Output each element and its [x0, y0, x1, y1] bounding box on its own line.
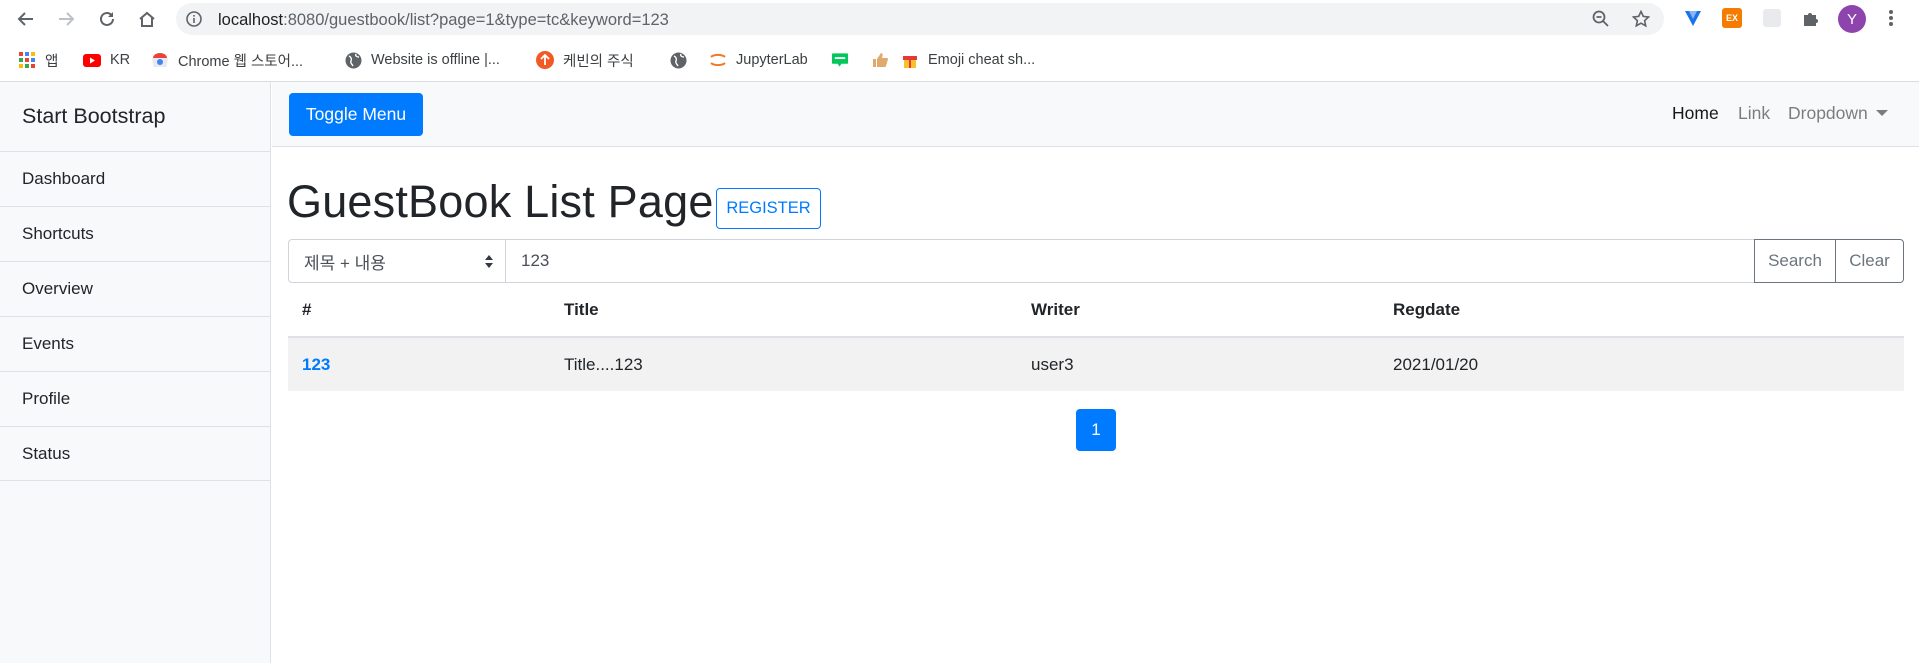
extension-ex-icon[interactable]: EX	[1721, 7, 1743, 29]
page-title: GuestBook List Page	[287, 176, 714, 227]
column-header-title: Title	[550, 284, 1017, 338]
bookmark-jupyterlab[interactable]: JupyterLab	[709, 49, 808, 71]
nav-link-link[interactable]: Link	[1738, 103, 1770, 124]
apps-grid-icon	[18, 51, 36, 69]
sidebar-item-shortcuts[interactable]: Shortcuts	[0, 206, 270, 261]
table-row: 123 Title....123 user3 2021/01/20	[288, 337, 1904, 391]
site-info-icon[interactable]	[186, 11, 202, 32]
search-button[interactable]: Search	[1754, 239, 1836, 283]
bookmark-thumbs-up[interactable]	[871, 49, 898, 71]
nav-dropdown[interactable]: Dropdown	[1788, 103, 1888, 124]
entry-link[interactable]: 123	[302, 355, 330, 374]
url-text[interactable]: localhost:8080/guestbook/list?page=1&typ…	[218, 11, 669, 30]
reload-icon[interactable]	[94, 6, 120, 32]
forward-arrow-icon[interactable]	[53, 6, 79, 32]
brand-icon	[536, 51, 554, 69]
kebab-menu-icon[interactable]	[1880, 7, 1902, 29]
jupyter-icon	[709, 51, 727, 69]
register-button[interactable]: REGISTER	[716, 188, 821, 229]
bookmark-chrome-webstore[interactable]: Chrome 웹 스토어...	[151, 49, 303, 71]
sidebar-item-profile[interactable]: Profile	[0, 371, 270, 426]
back-arrow-icon[interactable]	[13, 6, 39, 32]
extension-shield-icon[interactable]	[1682, 7, 1704, 29]
bookmark-kevin-stocks[interactable]: 케빈의 주식	[536, 49, 634, 71]
bookmark-website-offline[interactable]: Website is offline |...	[344, 49, 500, 71]
toggle-menu-button[interactable]: Toggle Menu	[289, 93, 423, 136]
cell-title: Title....123	[550, 337, 1017, 391]
address-bar[interactable]: localhost:8080/guestbook/list?page=1&typ…	[176, 3, 1664, 35]
search-type-select[interactable]: 제목 + 내용	[288, 239, 506, 283]
bookmark-blog[interactable]	[831, 49, 858, 71]
gift-icon	[901, 51, 919, 69]
chrome-webstore-icon	[151, 51, 169, 69]
sidebar-item-dashboard[interactable]: Dashboard	[0, 151, 270, 206]
table-header-row: # Title Writer Regdate	[288, 284, 1904, 338]
browser-toolbar: localhost:8080/guestbook/list?page=1&typ…	[0, 0, 1919, 38]
caret-down-icon	[1875, 110, 1888, 116]
nav-link-home[interactable]: Home	[1672, 103, 1719, 124]
search-keyword-input[interactable]	[505, 239, 1755, 283]
sidebar-heading: Start Bootstrap	[22, 104, 166, 128]
sidebar-item-overview[interactable]: Overview	[0, 261, 270, 316]
globe-icon	[344, 51, 362, 69]
globe-icon	[669, 51, 687, 69]
column-header-number: #	[288, 284, 550, 338]
clear-button[interactable]: Clear	[1835, 239, 1904, 283]
cell-regdate: 2021/01/20	[1379, 337, 1904, 391]
home-icon[interactable]	[134, 6, 160, 32]
search-form: 제목 + 내용 Search Clear	[288, 239, 1904, 283]
sidebar-item-events[interactable]: Events	[0, 316, 270, 371]
extension-blank-icon[interactable]	[1761, 7, 1783, 29]
zoom-icon[interactable]	[1592, 10, 1610, 33]
profile-avatar[interactable]: Y	[1838, 5, 1866, 33]
cell-gno: 123	[288, 337, 550, 391]
column-header-regdate: Regdate	[1379, 284, 1904, 338]
sidebar-item-status[interactable]: Status	[0, 426, 270, 481]
top-navbar: Toggle Menu Home Link Dropdown	[272, 82, 1919, 147]
youtube-icon	[83, 51, 101, 69]
pagination-page-1[interactable]: 1	[1076, 409, 1116, 451]
blog-icon	[831, 51, 849, 69]
column-header-writer: Writer	[1017, 284, 1379, 338]
bookmark-globe[interactable]	[669, 49, 696, 71]
bookmark-emoji-cheat-sheet[interactable]: Emoji cheat sh...	[901, 49, 1035, 71]
thumbs-up-icon	[871, 51, 889, 69]
bookmark-apps[interactable]: 앱	[18, 49, 58, 71]
cell-writer: user3	[1017, 337, 1379, 391]
bookmark-star-icon[interactable]	[1631, 9, 1651, 33]
sidebar: Start Bootstrap Dashboard Shortcuts Over…	[0, 82, 271, 663]
bookmark-youtube-kr[interactable]: KR	[83, 49, 130, 71]
puzzle-icon[interactable]	[1800, 7, 1822, 29]
bookmarks-bar: 앱 KR Chrome 웹 스토어... Website is offline …	[0, 38, 1919, 82]
guestbook-table: # Title Writer Regdate 123 Title....123 …	[288, 284, 1904, 391]
